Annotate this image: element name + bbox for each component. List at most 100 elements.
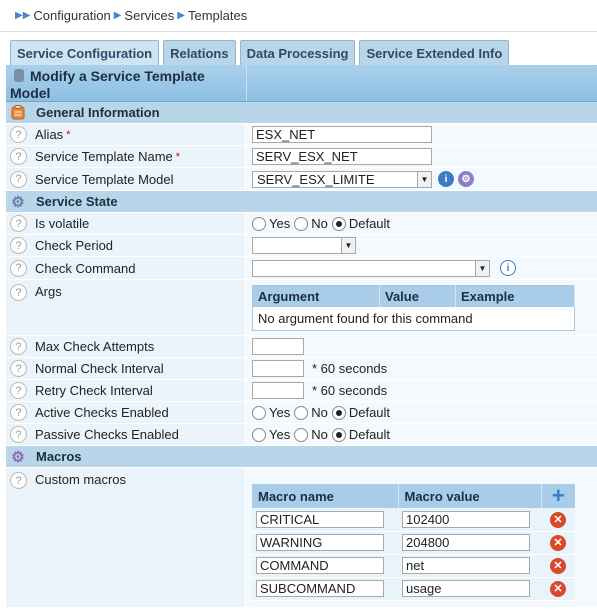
passive-yes-option[interactable]: Yes bbox=[252, 427, 290, 442]
info-icon[interactable]: i bbox=[500, 260, 516, 276]
chevron-down-icon: ▼ bbox=[341, 238, 355, 253]
tab-service-configuration[interactable]: Service Configuration bbox=[10, 40, 160, 66]
radio-button[interactable] bbox=[252, 405, 266, 420]
seconds-suffix: * 60 seconds bbox=[312, 383, 388, 398]
radio-label: No bbox=[311, 405, 328, 420]
radio-button[interactable] bbox=[331, 216, 346, 231]
help-icon[interactable]: ? bbox=[10, 360, 27, 377]
active-yes-option[interactable]: Yes bbox=[252, 405, 290, 420]
help-icon[interactable]: ? bbox=[10, 126, 27, 143]
table-row: ✕ bbox=[252, 531, 575, 555]
help-icon[interactable]: ? bbox=[10, 170, 27, 188]
help-icon[interactable]: ? bbox=[10, 237, 27, 254]
radio-button[interactable] bbox=[331, 427, 346, 442]
delete-icon[interactable]: ✕ bbox=[550, 580, 566, 597]
help-icon[interactable]: ? bbox=[10, 284, 27, 301]
check-period-row: ? Check Period ▼ bbox=[6, 235, 597, 257]
breadcrumb-templates[interactable]: Templates bbox=[188, 8, 247, 23]
help-icon[interactable]: ? bbox=[10, 338, 27, 355]
radio-button[interactable] bbox=[252, 427, 266, 442]
breadcrumb-configuration[interactable]: Configuration bbox=[33, 8, 110, 23]
alias-input[interactable] bbox=[252, 126, 432, 143]
radio-label: No bbox=[311, 427, 328, 442]
radio-button[interactable] bbox=[252, 216, 266, 231]
check-period-label: Check Period bbox=[35, 238, 114, 253]
required-mark: * bbox=[175, 150, 181, 163]
chevron-down-icon: ▼ bbox=[475, 260, 489, 276]
section-title: Macros bbox=[36, 449, 82, 464]
tab-data-processing[interactable]: Data Processing bbox=[239, 40, 356, 65]
volatile-yes-option[interactable]: Yes bbox=[252, 216, 290, 231]
add-macro-button[interactable]: + bbox=[541, 484, 575, 508]
help-icon[interactable]: ? bbox=[10, 215, 27, 232]
radio-button[interactable] bbox=[294, 405, 309, 420]
macro-value-input[interactable] bbox=[402, 534, 530, 551]
macro-value-input[interactable] bbox=[402, 557, 530, 574]
retry-interval-row: ? Retry Check Interval * 60 seconds bbox=[6, 380, 597, 402]
double-arrow-icon: ▶▶ bbox=[15, 10, 31, 21]
radio-button[interactable] bbox=[331, 405, 346, 420]
arrow-right-icon: ▶ bbox=[177, 10, 185, 21]
passive-checks-row: ? Passive Checks Enabled Yes No Default bbox=[6, 424, 597, 446]
radio-label: Default bbox=[348, 216, 391, 231]
database-icon bbox=[14, 69, 24, 82]
args-header-argument: Argument bbox=[252, 285, 380, 307]
macro-value-input[interactable] bbox=[402, 510, 530, 528]
delete-icon[interactable]: ✕ bbox=[550, 511, 566, 528]
active-checks-label: Active Checks Enabled bbox=[35, 405, 169, 420]
tab-relations[interactable]: Relations bbox=[163, 40, 236, 65]
active-default-option[interactable]: Default bbox=[331, 405, 390, 420]
table-row: ✕ bbox=[252, 554, 575, 578]
plus-icon: + bbox=[551, 483, 565, 508]
retry-interval-input[interactable] bbox=[252, 382, 304, 399]
help-icon[interactable]: ? bbox=[10, 148, 27, 165]
volatile-default-option[interactable]: Default bbox=[331, 216, 391, 231]
info-icon[interactable]: i bbox=[438, 171, 454, 187]
passive-no-option[interactable]: No bbox=[294, 427, 328, 442]
radio-button[interactable] bbox=[294, 216, 309, 231]
max-attempts-input[interactable] bbox=[252, 338, 304, 355]
macro-name-input[interactable] bbox=[256, 580, 384, 597]
section-title: General Information bbox=[36, 105, 160, 120]
args-label: Args bbox=[35, 284, 62, 299]
gear-icon[interactable]: ⚙ bbox=[458, 171, 474, 187]
help-icon[interactable]: ? bbox=[10, 259, 27, 277]
retry-interval-label: Retry Check Interval bbox=[35, 383, 153, 398]
radio-button[interactable] bbox=[294, 427, 309, 442]
alias-row: ? Alias * bbox=[6, 124, 597, 146]
max-attempts-label: Max Check Attempts bbox=[35, 339, 155, 354]
delete-icon[interactable]: ✕ bbox=[550, 534, 566, 551]
passive-default-option[interactable]: Default bbox=[331, 427, 391, 442]
template-model-row: ? Service Template Model SERV_ESX_LIMITE ▼… bbox=[6, 168, 597, 191]
check-command-select[interactable]: ▼ bbox=[252, 259, 490, 277]
template-model-select[interactable]: SERV_ESX_LIMITE ▼ bbox=[252, 170, 432, 188]
table-row: ✕ bbox=[252, 577, 575, 601]
args-table: Argument Value Example No argument found… bbox=[252, 284, 575, 331]
tab-service-extended-info[interactable]: Service Extended Info bbox=[359, 40, 510, 65]
macro-name-input[interactable] bbox=[256, 557, 384, 574]
args-row: ? Args Argument Value Example No argument… bbox=[6, 280, 597, 336]
macro-name-input[interactable] bbox=[256, 534, 384, 551]
active-checks-row: ? Active Checks Enabled Yes No Default bbox=[6, 402, 597, 424]
active-no-option[interactable]: No bbox=[294, 405, 328, 420]
max-attempts-row: ? Max Check Attempts bbox=[6, 336, 597, 358]
is-volatile-row: ? Is volatile Yes No Default bbox=[6, 213, 597, 235]
help-icon[interactable]: ? bbox=[10, 472, 27, 489]
macro-name-input[interactable] bbox=[256, 510, 384, 528]
macro-name-header: Macro name bbox=[252, 484, 399, 508]
breadcrumb-services[interactable]: Services bbox=[124, 8, 174, 23]
delete-icon[interactable]: ✕ bbox=[550, 557, 566, 574]
chevron-down-icon: ▼ bbox=[417, 171, 431, 187]
radio-label: Default bbox=[348, 427, 391, 442]
section-title: Service State bbox=[36, 194, 118, 209]
volatile-no-option[interactable]: No bbox=[294, 216, 328, 231]
macro-value-input[interactable] bbox=[402, 580, 530, 597]
check-period-select[interactable]: ▼ bbox=[252, 237, 356, 254]
form-title-line2: Model bbox=[10, 85, 51, 101]
help-icon[interactable]: ? bbox=[10, 426, 27, 443]
help-icon[interactable]: ? bbox=[10, 404, 27, 421]
help-icon[interactable]: ? bbox=[10, 382, 27, 399]
template-name-input[interactable] bbox=[252, 148, 432, 165]
check-command-label: Check Command bbox=[35, 260, 136, 276]
normal-interval-input[interactable] bbox=[252, 360, 304, 377]
